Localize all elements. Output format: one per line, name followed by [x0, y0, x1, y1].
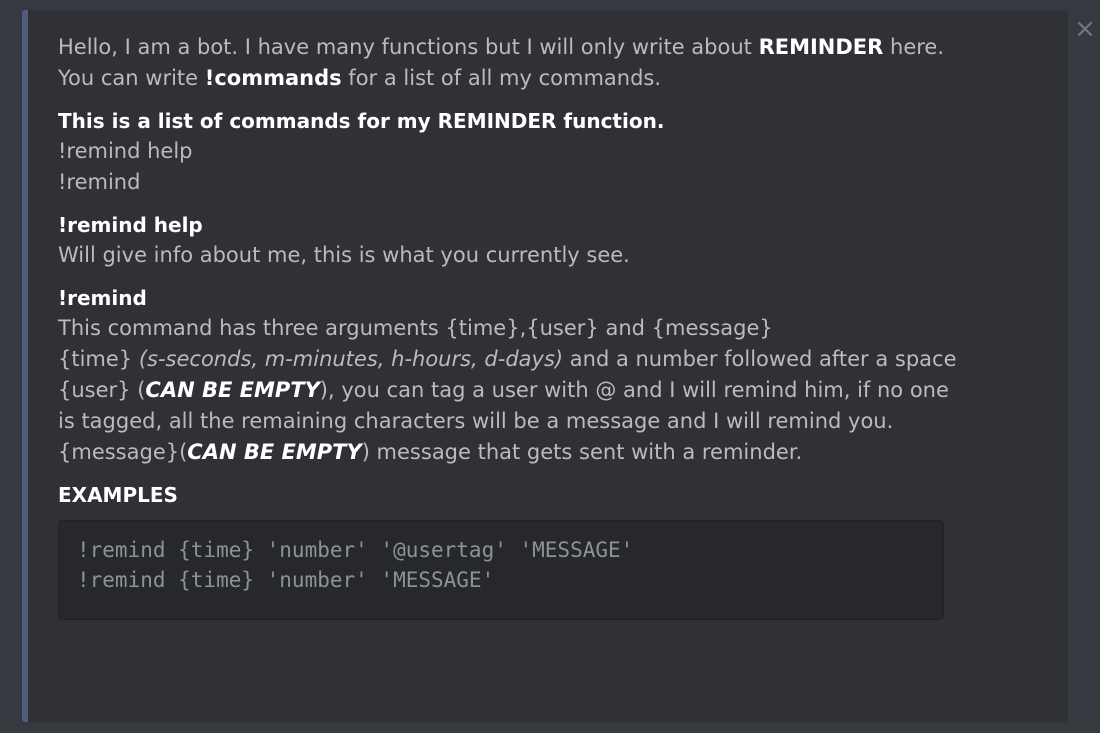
field-title: !remind: [58, 286, 147, 310]
field-examples: EXAMPLES !remind {time} 'number' '@usert…: [58, 480, 1058, 620]
field-value-line: is tagged, all the remaining characters …: [58, 409, 894, 433]
embed-content: Hello, I am a bot. I have many functions…: [58, 32, 1058, 620]
commands-strong-text: !commands: [204, 66, 342, 90]
close-icon[interactable]: ×: [1074, 16, 1096, 42]
code-block: !remind {time} 'number' '@usertag' 'MESS…: [58, 520, 944, 620]
field-title: !remind help: [58, 213, 203, 237]
description-line-2: You can write !commands for a list of al…: [58, 66, 662, 90]
field-command-list: This is a list of commands for my REMIND…: [58, 106, 1058, 198]
time-units-italic: (s-seconds, m-minutes, h-hours, d-days): [138, 347, 564, 371]
reminder-strong-text: REMINDER: [758, 35, 884, 59]
bot-embed: × Hello, I am a bot. I have many functio…: [22, 10, 1096, 722]
field-remind-help: !remind help Will give info about me, th…: [58, 210, 1058, 271]
chat-background: × Hello, I am a bot. I have many functio…: [0, 0, 1100, 733]
field-value-line: {user} (CAN BE EMPTY), you can tag a use…: [58, 378, 949, 402]
field-value-line: This command has three arguments {time},…: [58, 316, 773, 340]
field-title: EXAMPLES: [58, 483, 178, 507]
code-line: !remind {time} 'number' '@usertag' 'MESS…: [77, 538, 634, 562]
code-line: !remind {time} 'number' 'MESSAGE': [77, 568, 495, 592]
can-be-empty-text: CAN BE EMPTY: [187, 440, 362, 464]
field-value-line: {time} (s-seconds, m-minutes, h-hours, d…: [58, 347, 957, 371]
field-value-line: !remind help: [58, 139, 193, 163]
description-line-1: Hello, I am a bot. I have many functions…: [58, 35, 945, 59]
can-be-empty-text: CAN BE EMPTY: [145, 378, 320, 402]
field-remind: !remind This command has three arguments…: [58, 283, 1058, 468]
embed-description: Hello, I am a bot. I have many functions…: [58, 32, 1058, 94]
field-title: This is a list of commands for my REMIND…: [58, 109, 665, 133]
field-value-line: Will give info about me, this is what yo…: [58, 243, 630, 267]
field-value-line: !remind: [58, 170, 141, 194]
field-value-line: {message}(CAN BE EMPTY) message that get…: [58, 440, 803, 464]
